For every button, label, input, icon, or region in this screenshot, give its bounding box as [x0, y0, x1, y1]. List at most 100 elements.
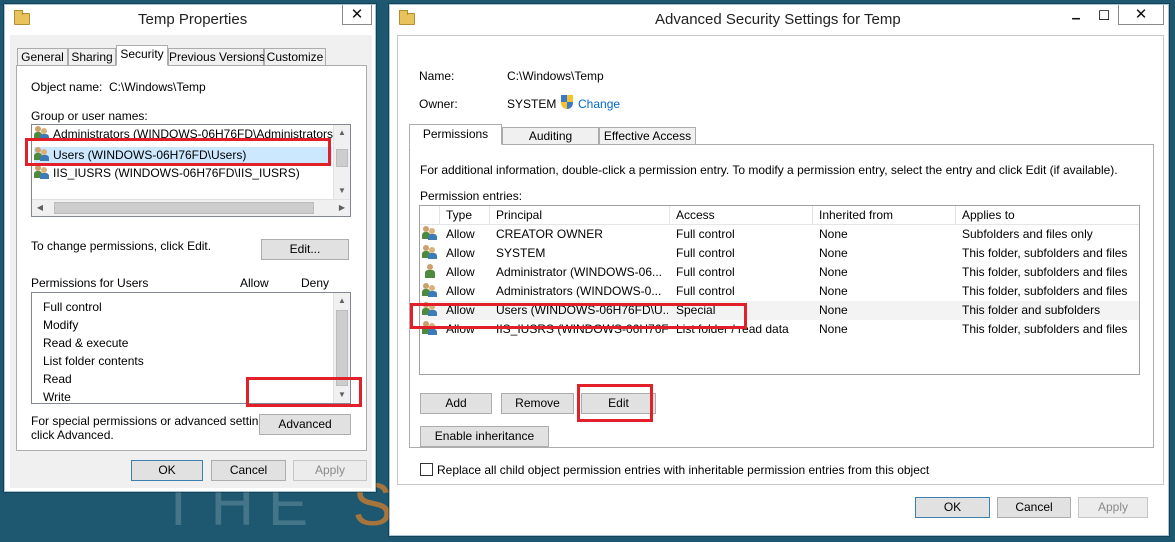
table-row[interactable]: Allow Administrator (WINDOWS-06... Full … [420, 263, 1139, 282]
edit-button[interactable]: Edit... [261, 239, 349, 260]
scroll-thumb[interactable] [54, 202, 314, 214]
remove-entry-button[interactable]: Remove [501, 393, 574, 414]
permission-list-folder-contents: List folder contents [43, 354, 144, 368]
entry-principal: CREATOR OWNER [496, 227, 603, 241]
group-users-icon [422, 283, 438, 297]
entry-inherited-from: None [819, 265, 848, 279]
change-owner-link[interactable]: Change [578, 97, 620, 111]
column-principal[interactable]: Principal [490, 206, 670, 225]
permission-entries-label: Permission entries: [420, 189, 523, 203]
allow-column-label: Allow [240, 276, 269, 290]
change-permissions-hint: To change permissions, click Edit. [31, 239, 212, 253]
principals-horizontal-scrollbar[interactable]: ◀ ▶ [32, 199, 350, 216]
entry-inherited-from: None [819, 303, 848, 317]
props-apply-button[interactable]: Apply [293, 460, 367, 481]
permissions-tab-panel: For additional information, double-click… [409, 144, 1154, 448]
uac-shield-icon [561, 95, 574, 110]
entry-inherited-from: None [819, 322, 848, 336]
adv-apply-button[interactable]: Apply [1078, 497, 1148, 518]
adv-ok-button[interactable]: OK [915, 497, 990, 518]
props-cancel-button[interactable]: Cancel [211, 460, 286, 481]
entry-inherited-from: None [819, 284, 848, 298]
table-header: Type Principal Access Inherited from App… [420, 206, 1139, 225]
adv-maximize-button[interactable]: ◻ [1090, 5, 1118, 25]
temp-properties-window: Temp Properties ✕ General Sharing Securi… [4, 4, 376, 492]
entry-applies-to: This folder and subfolders [962, 303, 1101, 317]
entry-access: Full control [676, 227, 735, 241]
entry-type: Allow [446, 227, 475, 241]
enable-inheritance-button[interactable]: Enable inheritance [420, 426, 549, 447]
advanced-security-window: Advanced Security Settings for Temp ▁ ◻ … [389, 4, 1169, 536]
folder-icon [14, 10, 30, 25]
column-applies-to[interactable]: Applies to [956, 206, 1139, 225]
column-inherited-from[interactable]: Inherited from [813, 206, 956, 225]
user-icon [423, 264, 437, 278]
table-row[interactable]: Allow SYSTEM Full control None This fold… [420, 244, 1139, 263]
group-users-icon [34, 165, 50, 179]
tab-previous-versions[interactable]: Previous Versions [168, 48, 265, 66]
entry-principal: SYSTEM [496, 246, 546, 260]
permission-full-control: Full control [43, 300, 102, 314]
permission-read-execute: Read & execute [43, 336, 129, 350]
props-titlebar: Temp Properties ✕ [5, 5, 375, 35]
add-entry-button[interactable]: Add [420, 393, 492, 414]
highlight-advanced-button [246, 377, 362, 407]
scroll-thumb[interactable] [336, 310, 348, 386]
props-title: Temp Properties [138, 11, 248, 28]
scroll-left-arrow-icon[interactable]: ◀ [32, 200, 48, 216]
tab-permissions[interactable]: Permissions [409, 124, 502, 145]
owner-label: Owner: [419, 97, 458, 111]
folder-icon [399, 10, 415, 25]
tab-customize[interactable]: Customize [264, 48, 326, 66]
permission-modify: Modify [43, 318, 79, 332]
entry-applies-to: This folder, subfolders and files [962, 322, 1128, 336]
replace-child-permissions-checkbox[interactable] [420, 463, 433, 476]
props-ok-button[interactable]: OK [131, 460, 203, 481]
entry-principal: Administrators (WINDOWS-0... [496, 284, 662, 298]
special-permissions-hint-line2: click Advanced. [31, 428, 114, 442]
permission-write: Write [43, 390, 71, 404]
entry-applies-to: This folder, subfolders and files [962, 265, 1128, 279]
props-close-button[interactable]: ✕ [342, 5, 372, 25]
entry-type: Allow [446, 265, 475, 279]
adv-titlebar: Advanced Security Settings for Temp ▁ ◻ … [390, 5, 1168, 35]
tab-general[interactable]: General [17, 48, 68, 66]
entry-applies-to: This folder, subfolders and files [962, 246, 1128, 260]
scroll-right-arrow-icon[interactable]: ▶ [334, 200, 350, 216]
scroll-up-arrow-icon[interactable]: ▲ [334, 125, 350, 141]
owner-value: SYSTEM [507, 97, 557, 111]
deny-column-label: Deny [301, 276, 330, 290]
props-client-area: General Sharing Security Previous Versio… [10, 35, 372, 488]
group-user-names-label: Group or user names: [31, 109, 148, 123]
advanced-button[interactable]: Advanced [259, 414, 351, 435]
adv-close-button[interactable]: ✕ [1118, 5, 1164, 25]
adv-title: Advanced Security Settings for Temp [655, 11, 901, 28]
entry-access: Full control [676, 246, 735, 260]
column-access[interactable]: Access [670, 206, 813, 225]
principal-name: IIS_IUSRS (WINDOWS-06H76FD\IIS_IUSRS) [53, 166, 300, 180]
permission-entries-table[interactable]: Type Principal Access Inherited from App… [419, 205, 1140, 375]
group-users-icon [422, 226, 438, 240]
scroll-down-arrow-icon[interactable]: ▼ [334, 183, 350, 199]
tab-auditing[interactable]: Auditing [502, 127, 599, 145]
replace-child-permissions-label: Replace all child object permission entr… [437, 463, 930, 477]
table-row[interactable]: Allow CREATOR OWNER Full control None Su… [420, 225, 1139, 244]
tab-effective-access[interactable]: Effective Access [599, 127, 696, 145]
adv-cancel-button[interactable]: Cancel [997, 497, 1071, 518]
scroll-up-arrow-icon[interactable]: ▲ [334, 293, 350, 309]
adv-minimize-button[interactable]: ▁ [1062, 5, 1090, 25]
entry-type: Allow [446, 246, 475, 260]
adv-client-area: Name: C:\Windows\Temp Owner: SYSTEM Chan… [397, 35, 1164, 485]
group-users-icon [422, 245, 438, 259]
highlight-users-entry [410, 303, 747, 329]
entry-principal: Administrator (WINDOWS-06... [496, 265, 663, 279]
scroll-thumb[interactable] [336, 149, 348, 167]
highlight-users-principal [25, 138, 331, 166]
principals-vertical-scrollbar[interactable]: ▲ ▼ [333, 125, 350, 199]
principal-row-iis-iusrs[interactable]: IIS_IUSRS (WINDOWS-06H76FD\IIS_IUSRS) [34, 165, 332, 182]
tab-security[interactable]: Security [116, 45, 168, 66]
table-row[interactable]: Allow Administrators (WINDOWS-0... Full … [420, 282, 1139, 301]
column-type[interactable]: Type [440, 206, 490, 225]
object-name-label: Object name: [31, 80, 103, 94]
tab-sharing[interactable]: Sharing [68, 48, 116, 66]
